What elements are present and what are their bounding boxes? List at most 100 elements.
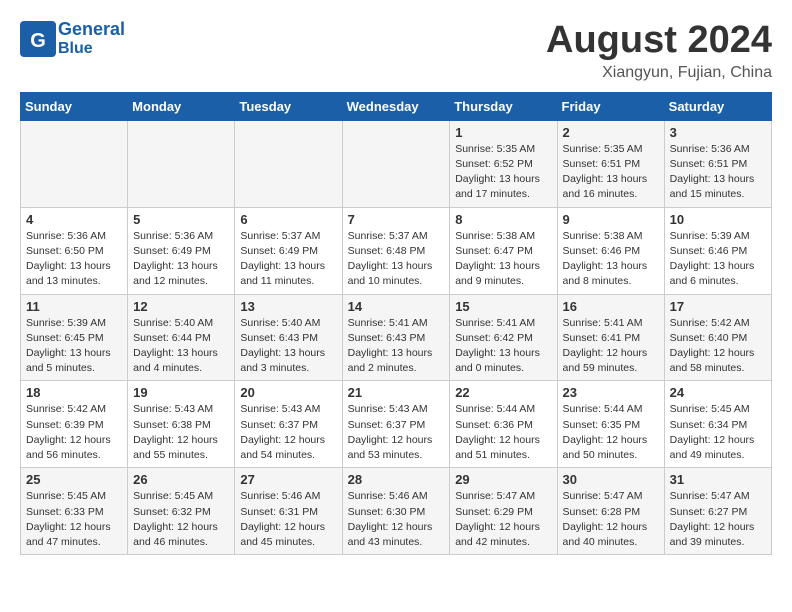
day-info: Sunrise: 5:43 AM Sunset: 6:37 PM Dayligh… <box>240 402 336 463</box>
weekday-header-wednesday: Wednesday <box>342 92 450 120</box>
calendar-cell: 7 Sunrise: 5:37 AM Sunset: 6:48 PM Daylig… <box>342 207 450 294</box>
calendar-cell: 11 Sunrise: 5:39 AM Sunset: 6:45 PM Dayli… <box>21 294 128 381</box>
week-row-4: 18 Sunrise: 5:42 AM Sunset: 6:39 PM Dayli… <box>21 381 772 468</box>
calendar-cell <box>235 120 342 207</box>
day-number: 7 <box>348 212 445 227</box>
calendar-cell: 22Sunrise: 5:44 AM Sunset: 6:36 PM Dayli… <box>450 381 557 468</box>
calendar-cell: 8 Sunrise: 5:38 AM Sunset: 6:47 PM Daylig… <box>450 207 557 294</box>
day-number: 28 <box>348 472 445 487</box>
calendar-cell: 31 Sunrise: 5:47 AM Sunset: 6:27 PM Dayli… <box>664 468 771 555</box>
calendar-table: SundayMondayTuesdayWednesdayThursdayFrid… <box>20 92 772 555</box>
day-number: 29 <box>455 472 551 487</box>
weekday-header-thursday: Thursday <box>450 92 557 120</box>
day-number: 26 <box>133 472 229 487</box>
day-number: 16 <box>563 299 659 314</box>
day-number: 20 <box>240 385 336 400</box>
day-info: Sunrise: 5:41 AM Sunset: 6:42 PM Dayligh… <box>455 316 551 377</box>
day-number: 24 <box>670 385 766 400</box>
day-info: Sunrise: 5:41 AM Sunset: 6:41 PM Dayligh… <box>563 316 659 377</box>
logo: G General Blue <box>20 20 125 57</box>
calendar-title-area: August 2024 Xiangyun, Fujian, China <box>546 20 772 82</box>
day-info: Sunrise: 5:38 AM Sunset: 6:47 PM Dayligh… <box>455 229 551 290</box>
day-info: Sunrise: 5:35 AM Sunset: 6:52 PM Dayligh… <box>455 142 551 203</box>
day-info: Sunrise: 5:46 AM Sunset: 6:30 PM Dayligh… <box>348 489 445 550</box>
calendar-cell: 20 Sunrise: 5:43 AM Sunset: 6:37 PM Dayli… <box>235 381 342 468</box>
location-title: Xiangyun, Fujian, China <box>546 64 772 82</box>
weekday-header-row: SundayMondayTuesdayWednesdayThursdayFrid… <box>21 92 772 120</box>
day-info: Sunrise: 5:41 AM Sunset: 6:43 PM Dayligh… <box>348 316 445 377</box>
day-number: 6 <box>240 212 336 227</box>
day-info: Sunrise: 5:37 AM Sunset: 6:49 PM Dayligh… <box>240 229 336 290</box>
day-number: 3 <box>670 125 766 140</box>
day-info: Sunrise: 5:42 AM Sunset: 6:40 PM Dayligh… <box>670 316 766 377</box>
calendar-cell: 27 Sunrise: 5:46 AM Sunset: 6:31 PM Dayli… <box>235 468 342 555</box>
day-number: 9 <box>563 212 659 227</box>
day-info: Sunrise: 5:43 AM Sunset: 6:37 PM Dayligh… <box>348 402 445 463</box>
day-info: Sunrise: 5:45 AM Sunset: 6:32 PM Dayligh… <box>133 489 229 550</box>
calendar-cell <box>21 120 128 207</box>
calendar-cell: 28 Sunrise: 5:46 AM Sunset: 6:30 PM Dayli… <box>342 468 450 555</box>
day-info: Sunrise: 5:47 AM Sunset: 6:28 PM Dayligh… <box>563 489 659 550</box>
day-info: Sunrise: 5:36 AM Sunset: 6:51 PM Dayligh… <box>670 142 766 203</box>
day-info: Sunrise: 5:44 AM Sunset: 6:35 PM Dayligh… <box>563 402 659 463</box>
day-number: 11 <box>26 299 122 314</box>
day-number: 17 <box>670 299 766 314</box>
calendar-cell: 23 Sunrise: 5:44 AM Sunset: 6:35 PM Dayli… <box>557 381 664 468</box>
day-info: Sunrise: 5:47 AM Sunset: 6:29 PM Dayligh… <box>455 489 551 550</box>
day-number: 18 <box>26 385 122 400</box>
calendar-cell <box>128 120 235 207</box>
day-number: 23 <box>563 385 659 400</box>
day-info: Sunrise: 5:36 AM Sunset: 6:49 PM Dayligh… <box>133 229 229 290</box>
week-row-2: 4 Sunrise: 5:36 AM Sunset: 6:50 PM Daylig… <box>21 207 772 294</box>
day-number: 31 <box>670 472 766 487</box>
calendar-cell: 15 Sunrise: 5:41 AM Sunset: 6:42 PM Dayli… <box>450 294 557 381</box>
week-row-1: 1 Sunrise: 5:35 AM Sunset: 6:52 PM Daylig… <box>21 120 772 207</box>
calendar-cell: 25 Sunrise: 5:45 AM Sunset: 6:33 PM Dayli… <box>21 468 128 555</box>
weekday-header-sunday: Sunday <box>21 92 128 120</box>
day-number: 25 <box>26 472 122 487</box>
logo-general-text: General <box>58 20 125 40</box>
calendar-cell: 29 Sunrise: 5:47 AM Sunset: 6:29 PM Dayli… <box>450 468 557 555</box>
day-number: 5 <box>133 212 229 227</box>
day-number: 27 <box>240 472 336 487</box>
day-number: 1 <box>455 125 551 140</box>
day-number: 8 <box>455 212 551 227</box>
day-number: 4 <box>26 212 122 227</box>
day-info: Sunrise: 5:46 AM Sunset: 6:31 PM Dayligh… <box>240 489 336 550</box>
day-info: Sunrise: 5:37 AM Sunset: 6:48 PM Dayligh… <box>348 229 445 290</box>
weekday-header-monday: Monday <box>128 92 235 120</box>
calendar-cell: 19 Sunrise: 5:43 AM Sunset: 6:38 PM Dayli… <box>128 381 235 468</box>
day-info: Sunrise: 5:39 AM Sunset: 6:46 PM Dayligh… <box>670 229 766 290</box>
week-row-5: 25 Sunrise: 5:45 AM Sunset: 6:33 PM Dayli… <box>21 468 772 555</box>
day-info: Sunrise: 5:45 AM Sunset: 6:33 PM Dayligh… <box>26 489 122 550</box>
day-info: Sunrise: 5:39 AM Sunset: 6:45 PM Dayligh… <box>26 316 122 377</box>
day-info: Sunrise: 5:35 AM Sunset: 6:51 PM Dayligh… <box>563 142 659 203</box>
weekday-header-saturday: Saturday <box>664 92 771 120</box>
calendar-cell: 1 Sunrise: 5:35 AM Sunset: 6:52 PM Daylig… <box>450 120 557 207</box>
day-info: Sunrise: 5:40 AM Sunset: 6:43 PM Dayligh… <box>240 316 336 377</box>
day-info: Sunrise: 5:43 AM Sunset: 6:38 PM Dayligh… <box>133 402 229 463</box>
day-number: 14 <box>348 299 445 314</box>
day-info: Sunrise: 5:45 AM Sunset: 6:34 PM Dayligh… <box>670 402 766 463</box>
calendar-cell: 14 Sunrise: 5:41 AM Sunset: 6:43 PM Dayli… <box>342 294 450 381</box>
day-number: 13 <box>240 299 336 314</box>
week-row-3: 11 Sunrise: 5:39 AM Sunset: 6:45 PM Dayli… <box>21 294 772 381</box>
calendar-cell: 18 Sunrise: 5:42 AM Sunset: 6:39 PM Dayli… <box>21 381 128 468</box>
svg-text:G: G <box>30 30 46 52</box>
calendar-cell: 6 Sunrise: 5:37 AM Sunset: 6:49 PM Daylig… <box>235 207 342 294</box>
day-info: Sunrise: 5:36 AM Sunset: 6:50 PM Dayligh… <box>26 229 122 290</box>
day-info: Sunrise: 5:42 AM Sunset: 6:39 PM Dayligh… <box>26 402 122 463</box>
day-number: 15 <box>455 299 551 314</box>
calendar-cell: 16 Sunrise: 5:41 AM Sunset: 6:41 PM Dayli… <box>557 294 664 381</box>
calendar-cell: 2Sunrise: 5:35 AM Sunset: 6:51 PM Daylig… <box>557 120 664 207</box>
calendar-cell: 17 Sunrise: 5:42 AM Sunset: 6:40 PM Dayli… <box>664 294 771 381</box>
calendar-cell: 24 Sunrise: 5:45 AM Sunset: 6:34 PM Dayli… <box>664 381 771 468</box>
weekday-header-friday: Friday <box>557 92 664 120</box>
calendar-cell: 4 Sunrise: 5:36 AM Sunset: 6:50 PM Daylig… <box>21 207 128 294</box>
calendar-cell: 12Sunrise: 5:40 AM Sunset: 6:44 PM Dayli… <box>128 294 235 381</box>
day-number: 19 <box>133 385 229 400</box>
month-title: August 2024 <box>546 20 772 62</box>
day-info: Sunrise: 5:47 AM Sunset: 6:27 PM Dayligh… <box>670 489 766 550</box>
calendar-cell: 10Sunrise: 5:39 AM Sunset: 6:46 PM Dayli… <box>664 207 771 294</box>
calendar-cell: 3 Sunrise: 5:36 AM Sunset: 6:51 PM Daylig… <box>664 120 771 207</box>
